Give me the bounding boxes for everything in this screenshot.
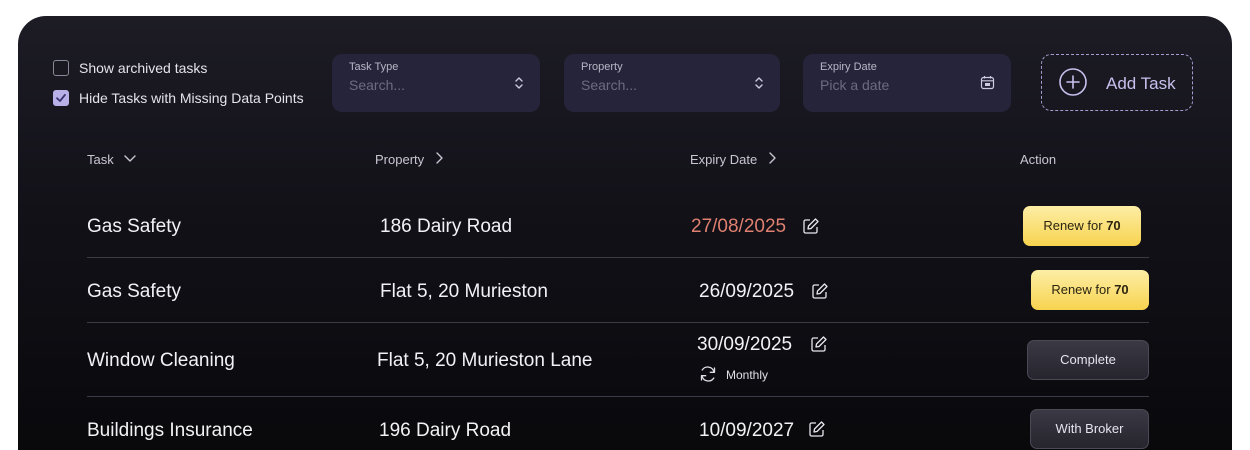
with-broker-label: With Broker bbox=[1055, 421, 1124, 436]
plus-circle-icon bbox=[1059, 68, 1087, 96]
property-header-label: Property bbox=[375, 152, 425, 167]
row-divider bbox=[87, 322, 1149, 323]
recurrence-label: Monthly bbox=[726, 368, 769, 382]
expiry-date: 26/09/2025 bbox=[699, 281, 795, 302]
show-archived-checkbox[interactable] bbox=[53, 60, 69, 76]
checkmark-icon bbox=[56, 93, 66, 102]
expiry-filter-label: Expiry Date bbox=[820, 61, 877, 73]
chevron-updown-icon bbox=[515, 77, 523, 89]
edit-icon[interactable] bbox=[802, 217, 820, 235]
expiry-filter-placeholder: Pick a date bbox=[820, 77, 890, 93]
property-column-header[interactable]: Property bbox=[375, 152, 444, 167]
calendar-icon bbox=[980, 76, 995, 90]
property-filter-placeholder: Search... bbox=[581, 77, 638, 93]
renew-button[interactable]: Renew for 70 bbox=[1031, 270, 1149, 310]
property-name: Flat 5, 20 Murieston bbox=[380, 281, 548, 302]
show-archived-label: Show archived tasks bbox=[79, 60, 208, 76]
expiry-date: 27/08/2025 bbox=[691, 216, 787, 237]
chevron-down-icon bbox=[124, 155, 137, 162]
renew-label: Renew for bbox=[1043, 218, 1107, 233]
renew-button[interactable]: Renew for 70 bbox=[1023, 206, 1141, 246]
renew-amount: 70 bbox=[1106, 218, 1121, 233]
expiry-header-label: Expiry Date bbox=[690, 152, 758, 167]
hide-missing-checkbox[interactable] bbox=[53, 90, 69, 106]
property-select[interactable]: Property Search... bbox=[564, 54, 780, 112]
expiry-column-header[interactable]: Expiry Date bbox=[690, 152, 777, 167]
repeat-icon bbox=[700, 366, 716, 382]
property-name: Flat 5, 20 Murieston Lane bbox=[377, 350, 593, 371]
task-name: Gas Safety bbox=[87, 281, 181, 302]
renew-amount: 70 bbox=[1114, 282, 1129, 297]
complete-label: Complete bbox=[1060, 352, 1116, 367]
with-broker-button[interactable]: With Broker bbox=[1030, 409, 1149, 449]
chevron-right-icon bbox=[436, 152, 443, 164]
expiry-date: 10/09/2027 bbox=[699, 420, 795, 441]
edit-icon[interactable] bbox=[811, 282, 829, 300]
renew-label: Renew for bbox=[1051, 282, 1115, 297]
property-name: 186 Dairy Road bbox=[380, 216, 513, 237]
hide-missing-label: Hide Tasks with Missing Data Points bbox=[79, 90, 304, 106]
property-name: 196 Dairy Road bbox=[379, 420, 512, 441]
row-divider bbox=[87, 396, 1149, 397]
edit-icon[interactable] bbox=[810, 335, 828, 353]
expiry-date-picker[interactable]: Expiry Date Pick a date bbox=[803, 54, 1011, 112]
tasks-panel: Show archived tasks Hide Tasks with Miss… bbox=[18, 16, 1232, 450]
edit-icon[interactable] bbox=[808, 420, 826, 438]
task-name: Window Cleaning bbox=[87, 350, 235, 371]
task-column-header[interactable]: Task bbox=[87, 152, 137, 167]
task-type-select[interactable]: Task Type Search... bbox=[332, 54, 540, 112]
task-type-placeholder: Search... bbox=[349, 77, 406, 93]
add-task-button[interactable]: Add Task bbox=[1041, 54, 1193, 111]
task-header-label: Task bbox=[87, 152, 114, 167]
action-column-header: Action bbox=[1020, 152, 1056, 167]
complete-button[interactable]: Complete bbox=[1027, 340, 1149, 380]
task-name: Gas Safety bbox=[87, 216, 181, 237]
task-type-label: Task Type bbox=[349, 61, 399, 73]
chevron-right-icon bbox=[769, 152, 776, 164]
action-header-label: Action bbox=[1020, 152, 1057, 167]
row-divider bbox=[87, 257, 1149, 258]
property-filter-label: Property bbox=[581, 61, 623, 73]
chevron-updown-icon bbox=[755, 77, 763, 89]
expiry-date: 30/09/2025 bbox=[697, 334, 793, 355]
add-task-label: Add Task bbox=[1106, 74, 1176, 93]
task-name: Buildings Insurance bbox=[87, 420, 253, 441]
